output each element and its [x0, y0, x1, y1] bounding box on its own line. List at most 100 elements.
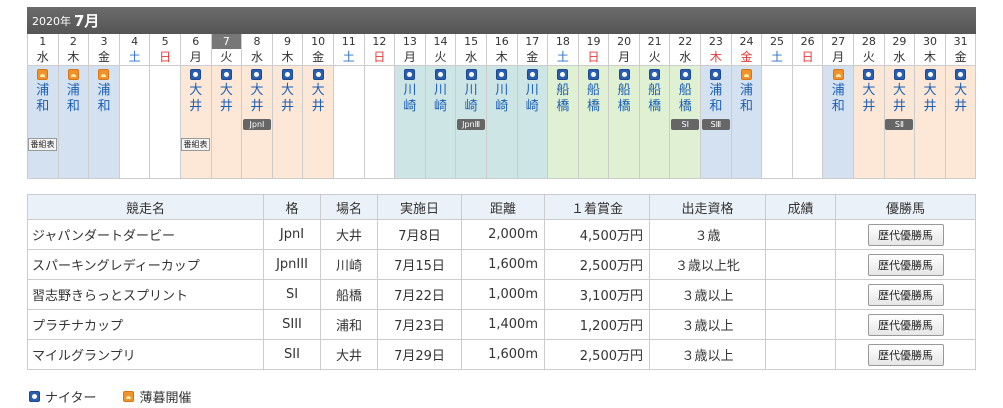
day-cell[interactable]: 川崎 JpnⅢ	[456, 66, 486, 178]
day-cell[interactable]: 浦和番組表	[28, 66, 58, 178]
weekday: 水	[884, 49, 915, 66]
calendar-day: 6 月大井番組表	[180, 34, 212, 178]
venue-link[interactable]: 船橋	[670, 83, 700, 115]
venue-link[interactable]: 大井	[915, 83, 945, 115]
header-date: 実施日	[377, 194, 462, 220]
night-race-icon	[190, 69, 202, 80]
weekday: 木	[486, 49, 517, 66]
weekday: 水	[456, 49, 486, 66]
weekday: 木	[915, 49, 945, 66]
day-cell[interactable]: 大井 SⅡ	[884, 66, 915, 178]
day-cell[interactable]: 浦和	[89, 66, 119, 178]
venue-link[interactable]: 川崎	[456, 83, 486, 115]
day-cell[interactable]: 船橋	[639, 66, 670, 178]
calendar-day: 11 土	[333, 34, 365, 178]
venue-link[interactable]: 船橋	[609, 83, 639, 115]
day-number: 17	[525, 35, 540, 48]
venue-link[interactable]: 大井	[242, 83, 272, 115]
past-winners-button[interactable]: 歴代優勝馬	[867, 283, 944, 306]
race-distance: 1,000m	[461, 279, 545, 310]
venue-link[interactable]: 船橋	[640, 83, 670, 115]
venue-link[interactable]: 大井	[885, 83, 915, 115]
calendar-day: 1 水浦和番組表	[28, 34, 59, 178]
day-cell[interactable]: 浦和 SⅢ	[701, 66, 731, 178]
calendar-day: 17 金川崎	[517, 34, 549, 178]
venue-link[interactable]: 大井	[946, 83, 976, 115]
day-cell[interactable]: 船橋	[548, 66, 578, 178]
day-cell[interactable]: 船橋	[578, 66, 609, 178]
calendar-month: 7月	[74, 12, 100, 30]
weekday: 月	[180, 49, 211, 66]
venue-link[interactable]: 浦和	[701, 83, 731, 115]
venue-link[interactable]: 川崎	[426, 83, 456, 115]
day-number: 10	[311, 35, 326, 48]
venue-link[interactable]: 大井	[854, 83, 884, 115]
day-cell[interactable]: 大井	[915, 66, 945, 178]
weekday: 土	[548, 49, 578, 66]
program-button[interactable]: 番組表	[28, 138, 57, 151]
venue-link[interactable]: 川崎	[518, 83, 548, 115]
day-cell[interactable]: 大井	[945, 66, 976, 178]
day-cell[interactable]: 大井番組表	[180, 66, 211, 178]
calendar-day: 20 月船橋	[609, 34, 640, 178]
calendar-day: 31 金大井	[945, 34, 977, 178]
day-cell[interactable]: 川崎	[517, 66, 548, 178]
night-race-icon	[29, 391, 40, 402]
venue-link[interactable]: 浦和	[59, 83, 89, 115]
past-winners-button[interactable]: 歴代優勝馬	[867, 223, 944, 246]
day-number: 2	[69, 35, 77, 48]
race-distance: 1,400m	[461, 309, 545, 340]
venue-link[interactable]: 川崎	[395, 83, 425, 115]
day-cell[interactable]: 川崎	[425, 66, 456, 178]
venue-link[interactable]: 浦和	[28, 83, 58, 115]
day-cell[interactable]: 大井	[211, 66, 242, 178]
winner-cell: 歴代優勝馬	[835, 309, 976, 340]
race-qualification: ３歳以上	[649, 339, 766, 370]
venue-link[interactable]: 大井	[212, 83, 242, 115]
day-number: 26	[800, 35, 815, 48]
race-prize: 2,500万円	[544, 249, 650, 280]
day-cell[interactable]: 川崎	[395, 66, 425, 178]
header-prize: １着賞金	[544, 194, 650, 220]
past-winners-button[interactable]: 歴代優勝馬	[867, 313, 944, 336]
day-number: 3	[100, 35, 108, 48]
program-button[interactable]: 番組表	[180, 138, 210, 151]
past-winners-button[interactable]: 歴代優勝馬	[867, 253, 944, 276]
venue-link[interactable]: 浦和	[823, 83, 853, 115]
day-number: 1	[39, 35, 47, 48]
venue-link[interactable]: 大井	[273, 83, 303, 115]
day-cell[interactable]: 浦和	[58, 66, 89, 178]
calendar-day: 10 金大井	[303, 34, 334, 178]
venue-link[interactable]: 浦和	[89, 83, 119, 115]
venue-link[interactable]: 船橋	[548, 83, 578, 115]
race-prize: 1,200万円	[544, 309, 650, 340]
night-race-icon	[863, 69, 875, 80]
venue-link[interactable]: 船橋	[579, 83, 609, 115]
day-cell[interactable]: 浦和	[731, 66, 762, 178]
weekday: 土	[762, 49, 792, 66]
day-cell[interactable]: 大井	[854, 66, 884, 178]
day-cell[interactable]: 船橋	[609, 66, 639, 178]
day-number: 29	[892, 35, 907, 48]
venue-link[interactable]: 浦和	[732, 83, 762, 115]
venue-link[interactable]: 大井	[303, 83, 333, 115]
weekday: 月	[395, 49, 425, 66]
calendar-day: 19 日船橋	[578, 34, 610, 178]
day-cell[interactable]: 大井	[303, 66, 333, 178]
venue-link[interactable]: 大井	[181, 83, 211, 115]
day-cell[interactable]: 川崎	[486, 66, 517, 178]
day-cell[interactable]: 大井 JpnⅠ	[242, 66, 272, 178]
day-cell[interactable]: 船橋 SⅠ	[670, 66, 701, 178]
venue-link[interactable]: 川崎	[487, 83, 517, 115]
day-cell[interactable]: 浦和	[823, 66, 854, 178]
header-grade: 格	[263, 194, 321, 220]
day-cell	[793, 66, 823, 178]
day-number: 21	[647, 35, 662, 48]
weekday: 水	[28, 49, 58, 66]
header-venue: 場名	[320, 194, 378, 220]
race-date: 7月8日	[377, 219, 462, 250]
race-result	[765, 249, 836, 280]
past-winners-button[interactable]: 歴代優勝馬	[867, 343, 944, 366]
day-cell[interactable]: 大井	[272, 66, 303, 178]
race-result	[765, 219, 836, 250]
